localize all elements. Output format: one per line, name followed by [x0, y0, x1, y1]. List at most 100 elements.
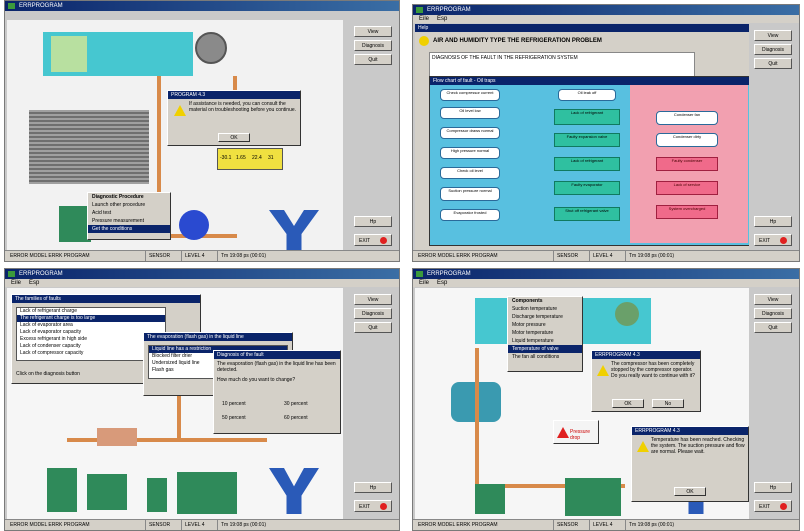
status-time: Tm 19:08 ps (00:01): [217, 251, 266, 261]
no-button[interactable]: No: [652, 399, 684, 408]
option-2[interactable]: 30 percent: [284, 401, 308, 407]
menu-file[interactable]: Eile: [419, 16, 429, 22]
flow-result[interactable]: Lack of refrigerant: [554, 157, 620, 171]
exit-label: EXIT: [759, 504, 771, 510]
exit-label: EXIT: [359, 238, 371, 244]
option-4[interactable]: 60 percent: [284, 415, 308, 421]
flow-result[interactable]: Lack of refrigerant: [554, 109, 620, 125]
help-button[interactable]: Hp: [354, 216, 392, 227]
view-button[interactable]: View: [354, 26, 392, 37]
status-level: LEVEL 4: [589, 520, 613, 530]
menu-edit[interactable]: Esp: [437, 16, 447, 22]
valve-assembly[interactable]: [97, 428, 137, 446]
gauge-panel[interactable]: -30.1 1.65 22.4 31: [217, 148, 283, 170]
flowchart-window: Flow chart of fault - Oil traps Check co…: [429, 76, 751, 246]
menu-edit[interactable]: Esp: [437, 280, 447, 286]
status-bar-q1: ERROR MODEL ERRK PROGRAM SENSOR LEVEL 4 …: [5, 250, 399, 261]
flow-node[interactable]: Oil leak off: [558, 89, 616, 101]
evaporator-coil[interactable]: [29, 110, 149, 184]
menu-file[interactable]: Eile: [11, 280, 21, 286]
status-mode: SENSOR: [553, 520, 578, 530]
view-button[interactable]: View: [754, 294, 792, 305]
compressor[interactable]: [87, 474, 127, 510]
flow-node[interactable]: Check oil level: [440, 167, 500, 179]
flowchart-title: Flow chart of fault - Oil traps: [430, 77, 750, 85]
ok-button[interactable]: OK: [218, 133, 250, 142]
menu-item[interactable]: Acid test: [88, 209, 170, 217]
exit-button[interactable]: EXIT: [754, 500, 792, 512]
menu-item[interactable]: The fan all conditions: [508, 353, 582, 361]
menu-item-selected[interactable]: Temperature of valve: [508, 345, 582, 353]
condensing-unit[interactable]: [177, 472, 237, 514]
ok-button[interactable]: OK: [612, 399, 644, 408]
help-button[interactable]: Hp: [754, 482, 792, 493]
evaporator-fan-icon[interactable]: [269, 468, 319, 514]
diagnosis-button[interactable]: Diagnosis: [754, 308, 792, 319]
flow-node[interactable]: Check compressor current: [440, 89, 500, 101]
flow-node[interactable]: Condenser fan: [656, 111, 718, 125]
menu-item[interactable]: Motor temperature: [508, 329, 582, 337]
flow-node[interactable]: High pressure normal: [440, 147, 500, 159]
view-button[interactable]: View: [354, 294, 392, 305]
motor[interactable]: [475, 484, 505, 514]
compressor[interactable]: [179, 210, 209, 240]
flow-fault[interactable]: System overcharged: [656, 205, 718, 219]
receiver[interactable]: [147, 478, 167, 512]
menu-item-selected[interactable]: Get the conditions: [88, 225, 170, 233]
view-button[interactable]: View: [754, 30, 792, 41]
stop-icon: [780, 503, 787, 510]
fault-item-selected[interactable]: The refrigerant charge is too large: [17, 315, 165, 322]
alarm-box[interactable]: Pressure drop: [553, 420, 599, 444]
help-button[interactable]: Hp: [754, 216, 792, 227]
popup-title: The evaporation (flash gas) in the liqui…: [144, 333, 292, 341]
status-mode: SENSOR: [145, 251, 170, 261]
flow-node[interactable]: Compressor draws normal: [440, 127, 500, 139]
compressor[interactable]: [565, 478, 621, 516]
fault-item[interactable]: Lack of refrigerant charge: [17, 308, 165, 315]
side-panel-q2: View Diagnosis Quit Hp EXIT: [749, 24, 799, 250]
quit-button[interactable]: Quit: [754, 58, 792, 69]
flow-fault[interactable]: Lack of service: [656, 181, 718, 195]
menu-item[interactable]: Discharge temperature: [508, 313, 582, 321]
menu-file[interactable]: Eile: [419, 280, 429, 286]
exit-button[interactable]: EXIT: [354, 234, 392, 246]
gauge-reading-3: 22.4: [252, 155, 262, 161]
diagnosis-button[interactable]: Diagnosis: [354, 40, 392, 51]
flow-result[interactable]: Shut off refrigerant valve: [554, 207, 620, 221]
flow-result[interactable]: Faulty evaporator: [554, 181, 620, 195]
flow-node[interactable]: Condenser dirty: [656, 133, 718, 147]
fan-icon[interactable]: [615, 302, 639, 326]
flow-node[interactable]: Suction pressure normal: [440, 187, 500, 201]
menubar-q4: Eile Esp: [413, 279, 799, 287]
flow-result[interactable]: Faulty expansion valve: [554, 133, 620, 147]
fault-item[interactable]: Lack of evaporator area: [17, 322, 165, 329]
titlebar-q1: ERRPROGRAM: [5, 1, 399, 11]
components-menu: Components Suction temperature Discharge…: [507, 296, 583, 372]
motor[interactable]: [47, 468, 77, 512]
exit-button[interactable]: EXIT: [354, 500, 392, 512]
exit-button[interactable]: EXIT: [754, 234, 792, 246]
titlebar-q4: ERRPROGRAM: [413, 269, 799, 279]
option-3[interactable]: 50 percent: [222, 415, 246, 421]
diagnosis-button[interactable]: Diagnosis: [754, 44, 792, 55]
quit-button[interactable]: Quit: [354, 322, 392, 333]
menu-item[interactable]: Motor pressure: [508, 321, 582, 329]
menu-item[interactable]: Suction temperature: [508, 305, 582, 313]
flow-node[interactable]: Oil level low: [440, 107, 500, 119]
flow-fault[interactable]: Faulty condenser: [656, 157, 718, 171]
menu-item[interactable]: Pressure measurement: [88, 217, 170, 225]
warning-icon: [174, 105, 186, 116]
quit-button[interactable]: Quit: [754, 322, 792, 333]
menu-item[interactable]: Liquid temperature: [508, 337, 582, 345]
help-button[interactable]: Hp: [354, 482, 392, 493]
hint-text: Click on the diagnosis button: [16, 371, 80, 377]
menu-edit[interactable]: Esp: [29, 280, 39, 286]
ok-button[interactable]: OK: [674, 487, 706, 496]
diagnosis-button[interactable]: Diagnosis: [354, 308, 392, 319]
option-1[interactable]: 10 percent: [222, 401, 246, 407]
fan-icon[interactable]: [195, 32, 227, 64]
quit-button[interactable]: Quit: [354, 54, 392, 65]
menu-item[interactable]: Launch other procedure: [88, 201, 170, 209]
evaporator-fan-icon[interactable]: [269, 210, 319, 250]
flow-node[interactable]: Evaporator frosted: [440, 209, 500, 221]
